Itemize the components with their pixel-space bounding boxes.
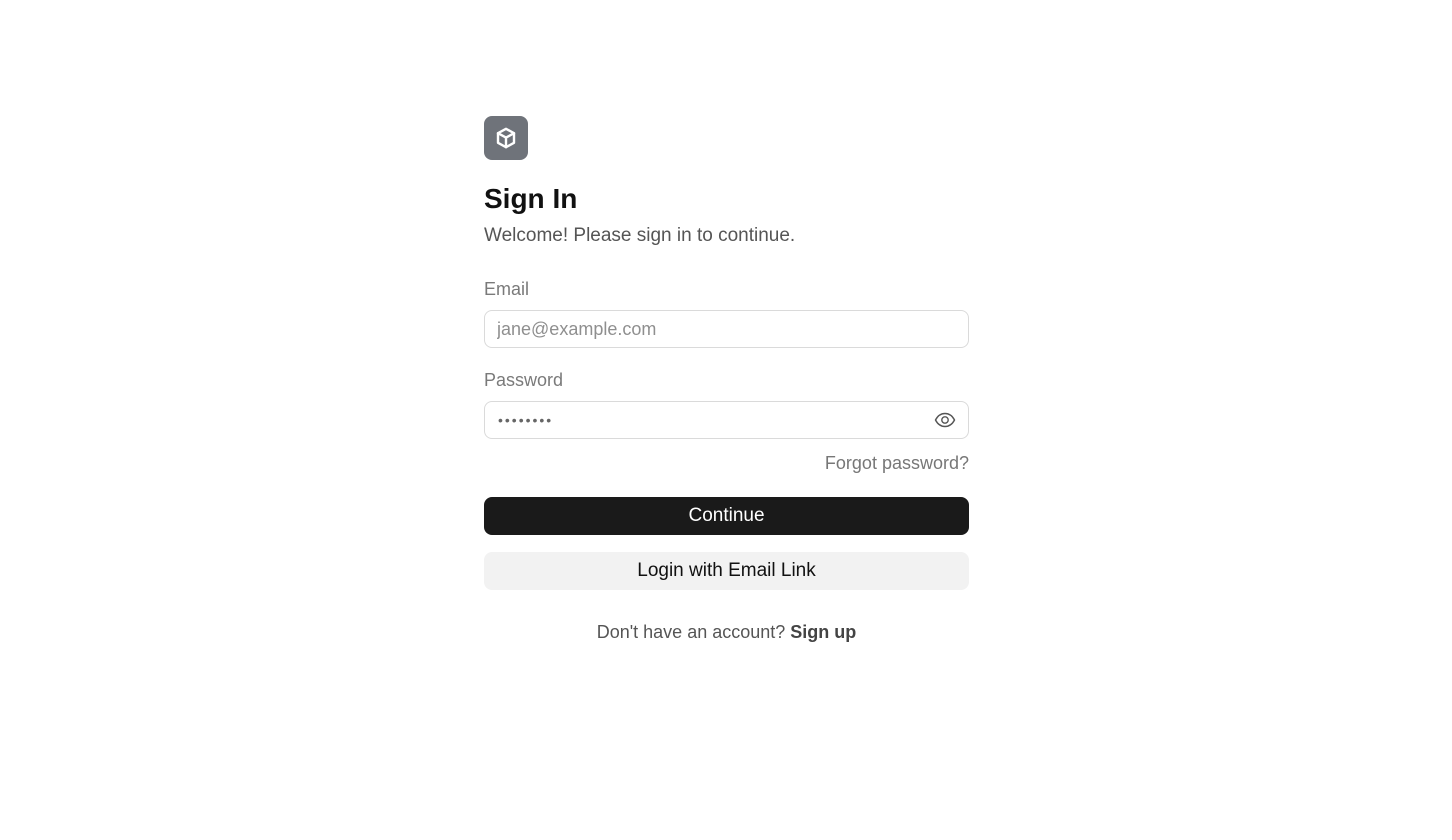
app-logo (484, 116, 528, 160)
cube-icon (496, 127, 516, 149)
continue-button[interactable]: Continue (484, 497, 969, 535)
forgot-password-link[interactable]: Forgot password? (825, 453, 969, 473)
sign-in-card: Sign In Welcome! Please sign in to conti… (484, 116, 969, 644)
password-masked-value: •••••••• (498, 412, 554, 428)
page-subtitle: Welcome! Please sign in to continue. (484, 225, 796, 246)
password-field[interactable]: •••••••• (484, 401, 969, 439)
forgot-password-row: Forgot password? (484, 451, 969, 475)
email-link-login-button[interactable]: Login with Email Link (484, 552, 969, 590)
password-label: Password (484, 370, 564, 390)
sign-up-link[interactable]: Sign up (790, 622, 856, 642)
signup-prompt-text: Don't have an account? (596, 622, 786, 642)
eye-icon[interactable] (934, 410, 956, 430)
signup-prompt: Don't have an account? Sign up (484, 620, 969, 644)
page-title: Sign In (484, 183, 578, 214)
email-label: Email (484, 279, 530, 299)
email-field-wrapper (484, 310, 969, 348)
email-field[interactable] (485, 311, 968, 347)
